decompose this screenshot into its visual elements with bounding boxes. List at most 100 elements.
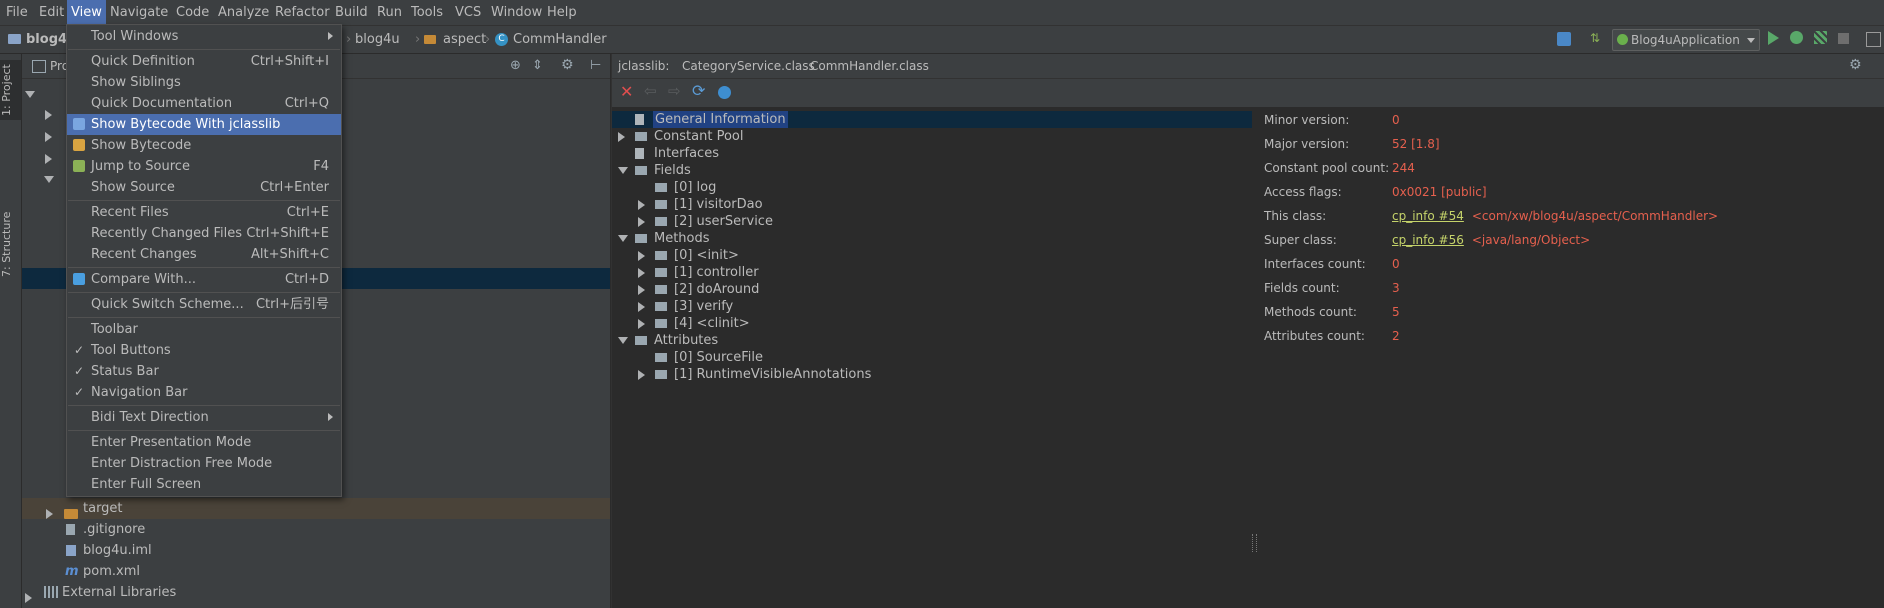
check-icon: ✓ [73,364,85,378]
breadcrumb-blog4u[interactable]: blog4u [355,26,400,53]
library-icon [44,586,58,598]
menu-item-tool-buttons[interactable]: ✓ Tool Buttons [67,340,341,361]
menu-item-show-bytecode[interactable]: Show Bytecode [67,135,341,156]
class-tree-label: [0] SourceFile [674,350,763,365]
menu-run[interactable]: Run [373,0,406,25]
info-key: Interfaces count: [1264,257,1366,271]
menu-item-navigation-bar[interactable]: ✓ Navigation Bar [67,382,341,403]
package-folder-icon [424,35,436,44]
menu-navigate[interactable]: Navigate [106,0,172,25]
bytecode-icon [73,139,85,151]
breadcrumb-aspect[interactable]: aspect [443,26,486,53]
collapse-icon[interactable]: ⇕ [532,58,543,73]
menu-item-quick-documentation[interactable]: Quick Documentation Ctrl+Q [67,93,341,114]
menu-item-label: Recently Changed Files [91,226,243,241]
back-icon[interactable]: ⇦ [644,82,657,100]
menu-analyze[interactable]: Analyze [214,0,273,25]
menu-tools[interactable]: Tools [407,0,447,25]
tree-row-target[interactable]: target [22,498,610,519]
refresh-icon[interactable]: ⟳ [692,81,705,100]
menu-item-show-siblings[interactable]: Show Siblings [67,72,341,93]
menu-item-label: Quick Documentation [91,96,233,111]
stop-icon[interactable] [1838,33,1849,44]
target-icon[interactable]: ⊕ [510,58,521,73]
menu-item-label: Recent Changes [91,247,197,262]
tab-project[interactable]: 1: Project [0,60,21,120]
file-icon [66,524,75,535]
close-icon[interactable]: ✕ [620,82,633,101]
left-tool-stripe: 1: Project 7: Structure [0,54,22,608]
debug-icon[interactable] [1790,31,1803,44]
menu-item-bidi-text-direction[interactable]: Bidi Text Direction [67,407,341,428]
menu-item-quick-definition[interactable]: Quick Definition Ctrl+Shift+I [67,51,341,72]
menu-item-label: Navigation Bar [91,385,188,400]
menu-help[interactable]: Help [543,0,581,25]
menu-item-label: Compare With... [91,272,197,287]
menu-item-toolbar[interactable]: Toolbar [67,319,341,340]
cp-info-link[interactable]: cp_info #56 [1392,233,1464,247]
menu-vcs[interactable]: VCS [451,0,485,25]
menu-item-compare-with[interactable]: Compare With... Ctrl+D [67,269,341,290]
menu-item-jump-to-source[interactable]: Jump to Source F4 [67,156,341,177]
menu-item-enter-distraction-free-mode[interactable]: Enter Distraction Free Mode [67,453,341,474]
menu-item-label: Enter Distraction Free Mode [91,456,273,471]
menu-code[interactable]: Code [172,0,213,25]
info-value: 3 [1392,281,1400,295]
run-icon[interactable] [1768,31,1779,45]
menu-item-enter-full-screen[interactable]: Enter Full Screen [67,474,341,495]
forward-icon[interactable]: ⇨ [668,82,681,100]
tree-label: blog4u.iml [83,543,152,558]
menu-refactor[interactable]: Refactor [271,0,334,25]
maven-icon: m [65,564,79,579]
hide-icon[interactable]: ⊢ [590,58,601,73]
run-config-dropdown[interactable]: Blog4uApplication [1612,29,1760,51]
menu-item-recent-files[interactable]: Recent Files Ctrl+E [67,202,341,223]
cp-info-link[interactable]: cp_info #54 [1392,209,1464,223]
menu-view[interactable]: View [67,0,106,25]
class-tree-node[interactable]: [0] SourceFile [612,349,1012,366]
tree-row-external-libraries[interactable]: External Libraries [22,582,610,603]
menu-item-recently-changed-files[interactable]: Recently Changed Files Ctrl+Shift+E [67,223,341,244]
gear-icon[interactable]: ⚙ [561,57,574,73]
tree-arrow-down-icon[interactable] [44,172,54,187]
tree-arrow-right-icon[interactable] [45,151,52,166]
info-value: 0 [1392,113,1400,127]
menu-item-tool-windows[interactable]: Tool Windows [67,26,341,47]
class-tree-node[interactable]: [1] RuntimeVisibleAnnotations [612,366,1012,383]
tab-structure[interactable]: 7: Structure [0,204,21,284]
menu-separator [68,200,340,201]
tree-row-pom[interactable]: m pom.xml [22,561,610,582]
menu-item-label: Show Bytecode With jclasslib [91,117,281,132]
tree-arrow-down-icon[interactable] [25,87,35,102]
tree-arrow-right-icon[interactable] [45,107,52,122]
tree-arrow-right-icon[interactable] [638,370,645,380]
breadcrumb-commhandler[interactable]: CommHandler [513,26,607,53]
coverage-icon[interactable] [1814,31,1827,44]
menu-item-enter-presentation-mode[interactable]: Enter Presentation Mode [67,432,341,453]
menu-item-status-bar[interactable]: ✓ Status Bar [67,361,341,382]
menu-item-show-source[interactable]: Show Source Ctrl+Enter [67,177,341,198]
splitter-handle[interactable] [1252,534,1257,552]
menu-item-label: Show Bytecode [91,138,192,153]
translate-icon[interactable] [1557,32,1571,46]
project-structure-icon[interactable] [1866,32,1881,47]
menu-file[interactable]: File [2,0,32,25]
folder-icon [655,353,667,362]
menu-separator [68,292,340,293]
menu-item-quick-switch-scheme[interactable]: Quick Switch Scheme... Ctrl+后引号 [67,294,341,315]
menu-item-shortcut: Ctrl+Q [284,96,329,111]
tree-arrow-right-icon[interactable] [45,129,52,144]
tree-row-iml[interactable]: blog4u.iml [22,540,610,561]
tab-commhandler[interactable]: CommHandler.class [804,54,935,78]
gear-icon[interactable]: ⚙ [1849,57,1862,73]
menu-item-recent-changes[interactable]: Recent Changes Alt+Shift+C [67,244,341,265]
menu-item-show-bytecode-with-jclasslib[interactable]: Show Bytecode With jclasslib [67,114,341,135]
menu-build[interactable]: Build [331,0,372,25]
menu-edit[interactable]: Edit [35,0,68,25]
menu-window[interactable]: Window [487,0,546,25]
menu-item-label: Status Bar [91,364,159,379]
sort-icon[interactable]: ⇅ [1590,31,1600,45]
tree-row-gitignore[interactable]: .gitignore [22,519,610,540]
web-icon[interactable] [718,86,731,99]
tab-categoryservice[interactable]: CategoryService.class [676,54,821,78]
